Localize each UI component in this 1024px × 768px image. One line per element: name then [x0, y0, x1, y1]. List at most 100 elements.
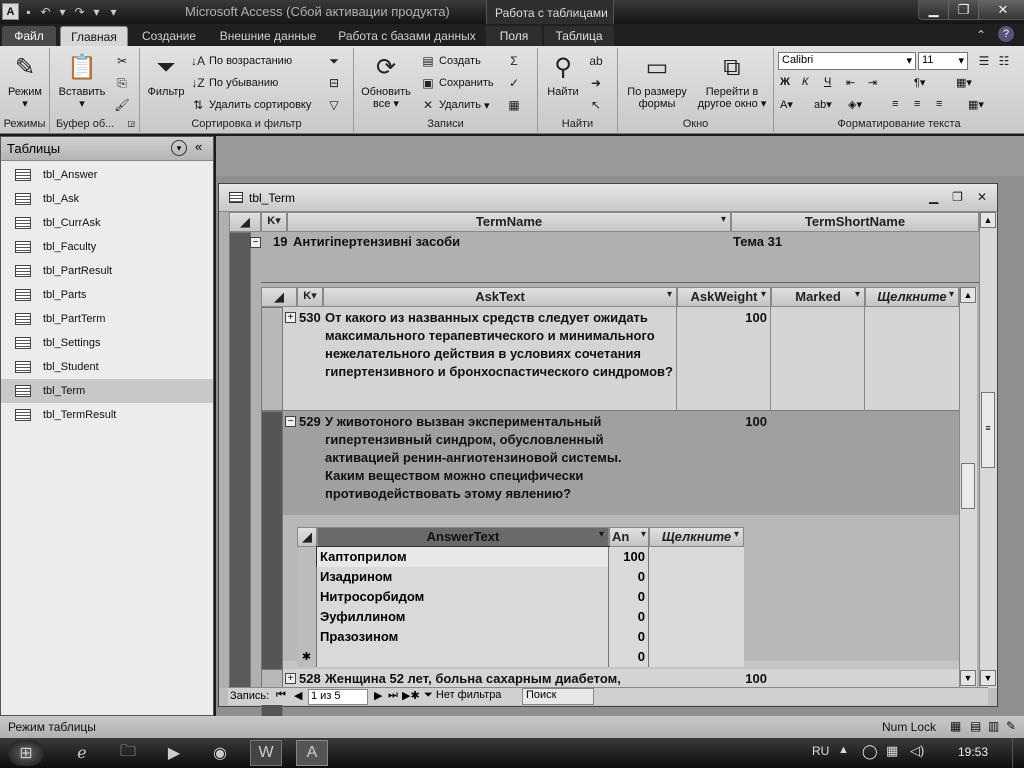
scroll-thumb[interactable]: [961, 463, 975, 509]
answer-row-selector[interactable]: [297, 547, 317, 567]
answer-value-cell[interactable]: 0: [609, 607, 649, 627]
nav-item-tbl-currask[interactable]: tbl_CurrAsk: [1, 211, 213, 235]
advanced-filter-icon[interactable]: ⊟: [326, 76, 342, 90]
minimize-icon[interactable]: ▁: [919, 0, 949, 19]
answer-empty-cell[interactable]: [649, 587, 744, 607]
list-numbers-icon[interactable]: ☷: [996, 54, 1012, 68]
nav-item-tbl-parts[interactable]: tbl_Parts: [1, 283, 213, 307]
select-all-corner[interactable]: ◢: [229, 212, 261, 232]
add-field-header[interactable]: Щелкните ▾: [865, 287, 959, 307]
underline-icon[interactable]: Ч: [824, 76, 831, 88]
copy-icon[interactable]: ⎘: [114, 76, 130, 91]
navigation-pane-header[interactable]: Таблицы ▾ «: [1, 137, 213, 161]
nav-collapse-icon[interactable]: «: [195, 139, 202, 154]
paragraph-direction-icon[interactable]: ¶▾: [914, 76, 925, 89]
ie-icon[interactable]: ℯ: [66, 740, 98, 766]
start-button-icon[interactable]: ⊞: [8, 740, 44, 766]
media-player-icon[interactable]: ▶: [158, 740, 190, 766]
gridlines-icon[interactable]: ▦▾: [956, 76, 972, 89]
list-bullets-icon[interactable]: ☰: [976, 54, 992, 68]
answer-row-selector[interactable]: [297, 587, 317, 607]
select-icon[interactable]: ↖: [588, 98, 604, 112]
answer-text-cell[interactable]: Празозином: [317, 627, 609, 647]
clock[interactable]: 19:53: [958, 745, 988, 759]
scroll-thumb[interactable]: ≡: [981, 392, 995, 468]
scroll-up-icon[interactable]: ▲: [980, 212, 996, 228]
answer-text-cell[interactable]: Нитросорбидом: [317, 587, 609, 607]
spelling-icon[interactable]: ✓: [506, 76, 522, 90]
ask-text-cell[interactable]: От какого из названных средств следует о…: [325, 309, 675, 381]
redo-dropdown-icon[interactable]: ▾: [89, 3, 104, 20]
align-center-icon[interactable]: ≡: [914, 98, 920, 110]
nav-dropdown-icon[interactable]: ▾: [171, 140, 187, 156]
answer-an-header[interactable]: An ▾: [609, 527, 649, 547]
sort-ascending-button[interactable]: ↓A По возрастанию: [190, 54, 292, 68]
expand-icon[interactable]: +: [285, 312, 296, 323]
language-indicator[interactable]: RU: [812, 744, 829, 758]
ask-text-cell[interactable]: Женщина 52 лет, больна сахарным диабетом…: [325, 670, 675, 688]
access-icon[interactable]: A: [296, 740, 328, 766]
answer-row-selector[interactable]: [297, 567, 317, 587]
scroll-down-icon[interactable]: ▼: [960, 670, 976, 686]
ask-row-selector[interactable]: [261, 307, 283, 411]
doc-close-icon[interactable]: ✕: [977, 190, 987, 204]
fill-color-icon[interactable]: ◈▾: [848, 98, 862, 111]
redo-icon[interactable]: ↷: [72, 3, 87, 20]
answer-empty-cell[interactable]: [649, 627, 744, 647]
term-id[interactable]: 19: [273, 233, 287, 251]
italic-icon[interactable]: К: [802, 76, 808, 88]
first-record-icon[interactable]: ⏮: [276, 689, 286, 702]
goto-icon[interactable]: ➜: [588, 76, 604, 90]
word-icon[interactable]: W: [250, 740, 282, 766]
network-icon[interactable]: ▦: [886, 743, 898, 759]
sort-descending-button[interactable]: ↓Z По убыванию: [190, 76, 278, 90]
view-mode-button[interactable]: ✎ Режим ▾: [4, 52, 46, 111]
ask-id[interactable]: 529: [299, 413, 321, 431]
remove-sort-button[interactable]: ⇅ Удалить сортировку: [190, 98, 311, 112]
new-record-button[interactable]: ▤ Создать: [420, 54, 480, 68]
tab-home[interactable]: Главная: [60, 26, 128, 46]
term-collapse-icon[interactable]: −: [250, 237, 261, 248]
answer-add-field-header[interactable]: Щелкните ▾: [649, 527, 744, 547]
ask-weight-cell[interactable]: 100: [677, 413, 769, 431]
indent-increase-icon[interactable]: ⇥: [868, 76, 877, 89]
help-icon[interactable]: ?: [998, 26, 1014, 42]
nav-item-tbl-settings[interactable]: tbl_Settings: [1, 331, 213, 355]
asktext-header[interactable]: AskText ▾: [323, 287, 677, 307]
collapse-icon[interactable]: −: [285, 416, 296, 427]
ask-text-cell[interactable]: У животоного вызван экспериментальный ги…: [325, 413, 625, 503]
close-icon[interactable]: ✕: [979, 0, 1024, 19]
paste-button[interactable]: 📋 Вставить ▾: [56, 52, 108, 111]
nav-item-tbl-ask[interactable]: tbl_Ask: [1, 187, 213, 211]
term-scrollbar[interactable]: ▲ ≡ ▼: [979, 212, 997, 688]
askweight-header[interactable]: AskWeight ▾: [677, 287, 771, 307]
pivot-chart-icon[interactable]: ▥: [988, 719, 999, 733]
nav-item-tbl-student[interactable]: tbl_Student: [1, 355, 213, 379]
expand-icon[interactable]: +: [285, 673, 296, 684]
answer-value-cell[interactable]: 0: [609, 647, 649, 667]
selection-filter-icon[interactable]: ⏷: [326, 54, 342, 69]
ask-id[interactable]: 530: [299, 309, 321, 327]
ask-select-all-corner[interactable]: ◢: [261, 287, 297, 307]
term-row-selector[interactable]: [229, 232, 251, 688]
nav-item-tbl-faculty[interactable]: tbl_Faculty: [1, 235, 213, 259]
filter-status-button[interactable]: ⏷ Нет фильтра: [424, 689, 501, 702]
delete-record-button[interactable]: ✕ Удалить ▾: [420, 98, 490, 112]
termshortname-header[interactable]: TermShortName: [731, 212, 979, 232]
ribbon-collapse-icon[interactable]: ⌃: [976, 28, 986, 42]
answertext-header[interactable]: AnswerText ▾: [317, 527, 609, 547]
undo-icon[interactable]: ↶: [38, 3, 53, 20]
doc-restore-icon[interactable]: ❐: [952, 190, 963, 204]
nav-item-tbl-partterm[interactable]: tbl_PartTerm: [1, 307, 213, 331]
volume-icon[interactable]: ◁): [910, 743, 924, 759]
totals-sigma-icon[interactable]: Σ: [506, 54, 522, 68]
qat-customize-icon[interactable]: ▾: [106, 3, 121, 20]
answer-value-cell[interactable]: 0: [609, 627, 649, 647]
font-name-combo[interactable]: Calibri ▾: [778, 52, 916, 70]
marked-header[interactable]: Marked ▾: [771, 287, 865, 307]
answer-empty-cell[interactable]: [649, 647, 744, 667]
tab-file[interactable]: Файл: [2, 26, 56, 46]
toggle-filter-icon[interactable]: ▽: [326, 98, 342, 112]
scroll-down-icon[interactable]: ▼: [980, 670, 996, 686]
new-record-nav-icon[interactable]: ▶✱: [402, 689, 420, 702]
